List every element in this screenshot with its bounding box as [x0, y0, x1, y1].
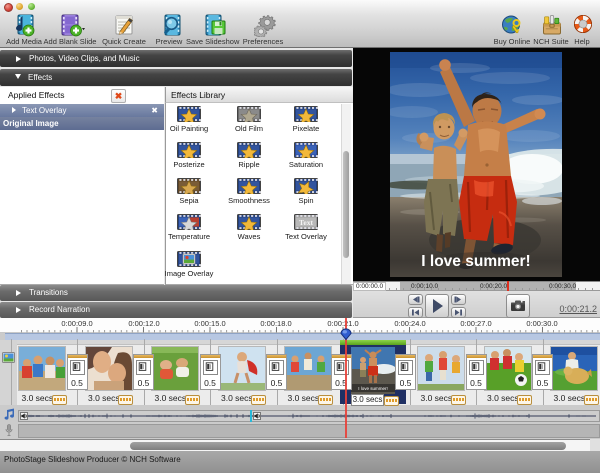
svg-text:0:00:18.0: 0:00:18.0 [260, 319, 291, 328]
svg-text:0:00:27.0: 0:00:27.0 [460, 319, 491, 328]
svg-text:0:00:09.0: 0:00:09.0 [61, 319, 92, 328]
svg-text:0:00:12.0: 0:00:12.0 [128, 319, 159, 328]
svg-text:0:00:15.0: 0:00:15.0 [194, 319, 225, 328]
svg-text:0:00:24.0: 0:00:24.0 [394, 319, 425, 328]
svg-text:0:00:30.0: 0:00:30.0 [526, 319, 557, 328]
svg-text:0:00:21.0: 0:00:21.0 [327, 319, 358, 328]
svg-text:Text: Text [299, 218, 313, 227]
svg-text:I love summer!: I love summer! [421, 253, 530, 270]
svg-text:I love summer!: I love summer! [358, 386, 388, 391]
